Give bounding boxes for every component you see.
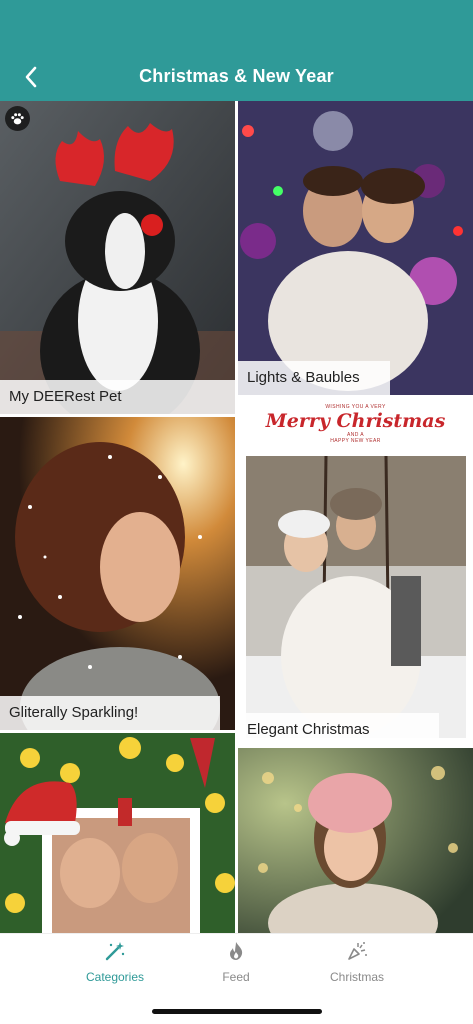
category-tile-gliterally-sparkling[interactable]: Gliterally Sparkling! <box>0 417 235 730</box>
category-tile-christmas-hats[interactable] <box>0 733 235 933</box>
greeting-bottom-line: HAPPY NEW YEAR <box>330 438 381 444</box>
tile-image-dog <box>0 101 235 414</box>
tile-image-woman-beanie <box>238 748 473 933</box>
category-tile-deerest-pet[interactable]: My DEERest Pet <box>0 101 235 414</box>
category-tile-winter-beanie[interactable] <box>238 748 473 933</box>
tile-image-woman-sparkles <box>0 417 235 730</box>
tile-image-couple-snow <box>246 456 466 738</box>
app-header: Christmas & New Year <box>0 0 473 101</box>
bottom-tab-bar: Categories Feed Christmas <box>0 933 473 1024</box>
magic-wand-icon <box>105 942 125 961</box>
tab-feed[interactable]: Feed <box>176 940 296 990</box>
tile-image-couple-lights <box>238 101 473 395</box>
greeting-script: Merry Christmas <box>265 410 446 432</box>
tab-categories[interactable]: Categories <box>55 940 175 990</box>
tile-label: Gliterally Sparkling! <box>0 696 220 730</box>
home-indicator <box>152 1009 322 1014</box>
tile-label: Elegant Christmas <box>238 713 439 745</box>
category-tile-lights-baubles[interactable]: Lights & Baubles <box>238 101 473 395</box>
greeting-card-text: WISHING YOU A VERY Merry Christmas AND A… <box>238 404 473 444</box>
tab-christmas[interactable]: Christmas <box>297 940 417 990</box>
tile-image-couple-santa-hat <box>0 733 235 933</box>
tile-label: My DEERest Pet <box>0 380 235 414</box>
flame-icon <box>230 942 243 960</box>
category-tile-elegant-christmas[interactable]: WISHING YOU A VERY Merry Christmas AND A… <box>238 398 473 745</box>
page-title: Christmas & New Year <box>139 66 334 86</box>
paw-icon <box>11 113 24 125</box>
tab-label: Feed <box>222 970 250 984</box>
tab-label: Christmas <box>329 970 384 984</box>
party-popper-icon <box>348 942 367 960</box>
tile-label: Lights & Baubles <box>238 361 390 395</box>
pet-badge <box>5 106 30 131</box>
tab-label: Categories <box>85 970 145 984</box>
